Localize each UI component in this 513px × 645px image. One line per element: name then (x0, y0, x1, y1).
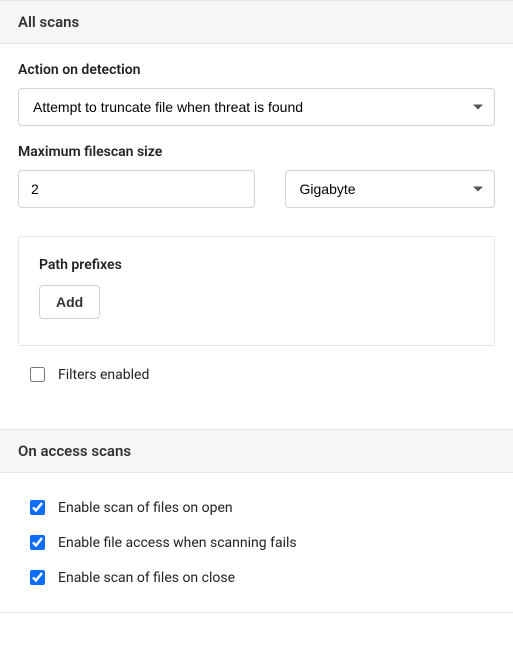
action-on-detection-select[interactable]: Attempt to truncate file when threat is … (18, 88, 495, 126)
add-button[interactable]: Add (39, 285, 100, 319)
all-scans-header: All scans (0, 0, 513, 44)
on-access-option-row: Enable scan of files on close (18, 567, 495, 588)
max-filescan-size-input[interactable] (18, 170, 255, 208)
enable-scan-on-close-label: Enable scan of files on close (58, 570, 235, 586)
on-access-option-row: Enable scan of files on open (18, 497, 495, 518)
enable-access-when-fail-checkbox[interactable] (30, 535, 45, 550)
max-filescan-size-label: Maximum filescan size (18, 144, 495, 160)
max-filescan-row: Gigabyte (18, 170, 495, 208)
enable-access-when-fail-label: Enable file access when scanning fails (58, 535, 297, 551)
path-prefixes-label: Path prefixes (39, 257, 474, 273)
enable-scan-on-close-checkbox[interactable] (30, 570, 45, 585)
on-access-scans-header: On access scans (0, 429, 513, 473)
filters-enabled-label: Filters enabled (58, 367, 149, 383)
on-access-scans-body: Enable scan of files on open Enable file… (0, 473, 513, 613)
enable-scan-on-open-label: Enable scan of files on open (58, 500, 233, 516)
enable-scan-on-open-checkbox[interactable] (30, 500, 45, 515)
filters-enabled-checkbox[interactable] (30, 367, 45, 382)
all-scans-body: Action on detection Attempt to truncate … (0, 44, 513, 409)
path-prefixes-panel: Path prefixes Add (18, 236, 495, 346)
max-filescan-unit-wrap: Gigabyte (285, 170, 496, 208)
on-access-option-row: Enable file access when scanning fails (18, 532, 495, 553)
action-on-detection-label: Action on detection (18, 62, 495, 78)
filters-enabled-row: Filters enabled (18, 364, 495, 385)
action-on-detection-select-wrap: Attempt to truncate file when threat is … (18, 88, 495, 126)
max-filescan-unit-select[interactable]: Gigabyte (285, 170, 496, 208)
